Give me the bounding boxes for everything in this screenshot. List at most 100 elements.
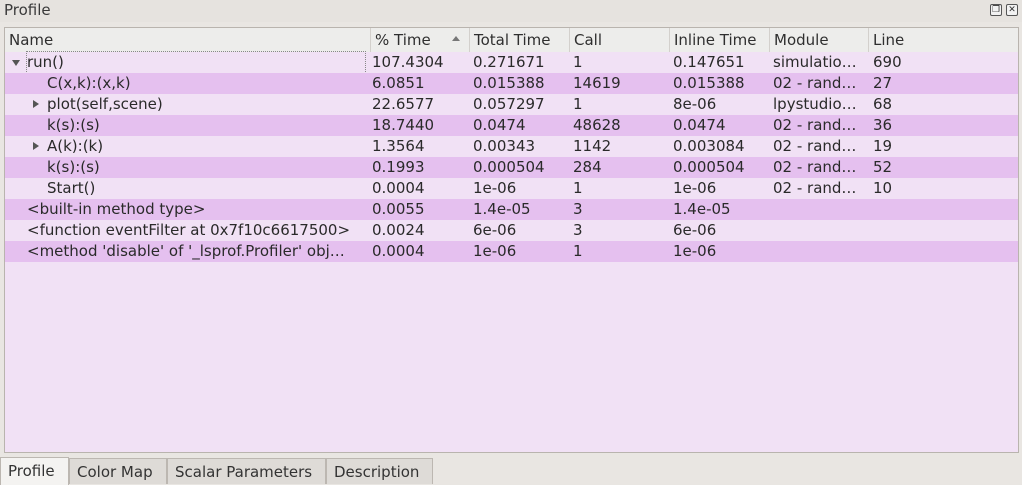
cell-line: [873, 220, 969, 241]
cell-total: 0.271671: [473, 53, 545, 71]
cell-total: 6e-06: [473, 221, 517, 239]
column-header-name[interactable]: Name: [5, 28, 371, 52]
cell-line: 690: [873, 53, 902, 71]
table-row[interactable]: k(s):(s) 18.7440 0.0474 48628 0.0474 02 - ran…: [5, 115, 1018, 136]
dock-title: Profile: [4, 1, 51, 19]
expand-arrow-right-icon[interactable]: [31, 136, 41, 157]
cell-call: 1: [573, 53, 583, 71]
cell-call: 1142: [573, 137, 612, 155]
cell-pct: 0.0024: [372, 221, 425, 239]
cell-line: 36: [873, 116, 893, 134]
tab-description[interactable]: Description: [326, 458, 433, 484]
cell-total: 0.0474: [473, 116, 526, 134]
cell-name: <function eventFilter at 0x7f10c6617500>: [27, 221, 351, 239]
cell-module: 02 - rand…: [773, 137, 857, 155]
sort-ascending-icon: [452, 36, 460, 41]
cell-inline: 0.147651: [673, 53, 745, 71]
cell-line: 19: [873, 137, 893, 155]
column-header-total-time[interactable]: Total Time: [470, 28, 570, 52]
profile-tree[interactable]: Name % Time Total Time Call Inline Time …: [4, 27, 1019, 453]
column-header-module[interactable]: Module: [770, 28, 869, 52]
cell-module: 02 - rand…: [773, 74, 857, 92]
cell-inline: 0.015388: [673, 74, 745, 92]
tab-scalar-parameters[interactable]: Scalar Parameters: [167, 458, 326, 484]
cell-line: [873, 199, 969, 220]
cell-line: 52: [873, 158, 893, 176]
cell-inline: 0.003084: [673, 137, 745, 155]
cell-pct: 0.0004: [372, 242, 425, 260]
cell-call: 284: [573, 158, 602, 176]
column-header-inline-time[interactable]: Inline Time: [670, 28, 770, 52]
cell-module: 02 - rand…: [773, 179, 857, 197]
float-icon[interactable]: ❐: [990, 4, 1002, 16]
cell-module: lpystudio…: [773, 95, 857, 113]
tab-color-map[interactable]: Color Map: [69, 458, 167, 484]
cell-name: <method 'disable' of '_lsprof.Profiler' …: [27, 242, 345, 260]
cell-total: 0.015388: [473, 74, 545, 92]
cell-module: [773, 220, 869, 241]
table-row[interactable]: A(k):(k) 1.3564 0.00343 1142 0.003084 02 - ra…: [5, 136, 1018, 157]
cell-inline: 1e-06: [673, 179, 717, 197]
table-row[interactable]: <method 'disable' of '_lsprof.Profiler' …: [5, 241, 1018, 262]
cell-inline: 1.4e-05: [673, 200, 731, 218]
cell-total: 0.00343: [473, 137, 536, 155]
table-row[interactable]: Start() 0.0004 1e-06 1 1e-06 02 - rand… 10: [5, 178, 1018, 199]
cell-inline: 1e-06: [673, 242, 717, 260]
cell-total: 0.000504: [473, 158, 545, 176]
cell-inline: 0.000504: [673, 158, 745, 176]
dock-title-bar: Profile ❐ ✕: [0, 0, 1022, 22]
tab-profile[interactable]: Profile: [0, 457, 69, 485]
cell-name: k(s):(s): [47, 158, 100, 176]
table-row[interactable]: plot(self,scene) 22.6577 0.057297 1 8e-06 lpy…: [5, 94, 1018, 115]
cell-line: 68: [873, 95, 893, 113]
cell-name: <built-in method type>: [27, 200, 206, 218]
cell-pct: 0.0055: [372, 200, 425, 218]
cell-pct: 0.1993: [372, 158, 425, 176]
cell-inline: 0.0474: [673, 116, 726, 134]
cell-pct: 22.6577: [372, 95, 435, 113]
column-header-call[interactable]: Call: [570, 28, 670, 52]
cell-call: 3: [573, 221, 583, 239]
column-header-pct-time[interactable]: % Time: [371, 28, 470, 52]
cell-module: simulatio…: [773, 53, 857, 71]
cell-line: 10: [873, 179, 893, 197]
bottom-tab-bar: Profile Color Map Scalar Parameters Desc…: [0, 457, 1022, 485]
cell-module: 02 - rand…: [773, 158, 857, 176]
cell-call: 1: [573, 95, 583, 113]
cell-line: [873, 241, 969, 262]
close-icon[interactable]: ✕: [1006, 4, 1018, 16]
triangle-icon: [33, 100, 39, 108]
cell-line: 27: [873, 74, 893, 92]
cell-name: C(x,k):(x,k): [47, 74, 131, 92]
cell-total: 1.4e-05: [473, 200, 531, 218]
table-row[interactable]: run() 107.4304 0.271671 1 0.147651 simulatio……: [5, 51, 1018, 74]
cell-module: 02 - rand…: [773, 116, 857, 134]
column-header-line[interactable]: Line: [869, 28, 1018, 52]
cell-call: 1: [573, 179, 583, 197]
table-row[interactable]: <built-in method type> 0.0055 1.4e-05 3 1.4e…: [5, 199, 1018, 220]
cell-total: 0.057297: [473, 95, 545, 113]
table-row[interactable]: <function eventFilter at 0x7f10c6617500>…: [5, 220, 1018, 241]
cell-inline: 8e-06: [673, 95, 717, 113]
cell-call: 14619: [573, 74, 621, 92]
expand-arrow-down-icon[interactable]: [11, 52, 21, 73]
cell-name: run(): [26, 51, 366, 74]
cell-call: 3: [573, 200, 583, 218]
cell-name: A(k):(k): [47, 137, 104, 155]
table-row[interactable]: k(s):(s) 0.1993 0.000504 284 0.000504 02 - ra…: [5, 157, 1018, 178]
cell-name: k(s):(s): [47, 116, 100, 134]
triangle-icon: [12, 60, 20, 66]
table-row[interactable]: C(x,k):(x,k) 6.0851 0.015388 14619 0.015388 0…: [5, 73, 1018, 94]
cell-pct: 107.4304: [372, 53, 444, 71]
cell-call: 1: [573, 242, 583, 260]
cell-pct: 6.0851: [372, 74, 425, 92]
cell-pct: 0.0004: [372, 179, 425, 197]
cell-inline: 6e-06: [673, 221, 717, 239]
cell-module: [773, 241, 869, 262]
cell-name: plot(self,scene): [47, 95, 163, 113]
cell-total: 1e-06: [473, 179, 517, 197]
cell-pct: 18.7440: [372, 116, 435, 134]
expand-arrow-right-icon[interactable]: [31, 94, 41, 115]
tree-header: Name % Time Total Time Call Inline Time …: [5, 28, 1018, 53]
triangle-icon: [33, 142, 39, 150]
